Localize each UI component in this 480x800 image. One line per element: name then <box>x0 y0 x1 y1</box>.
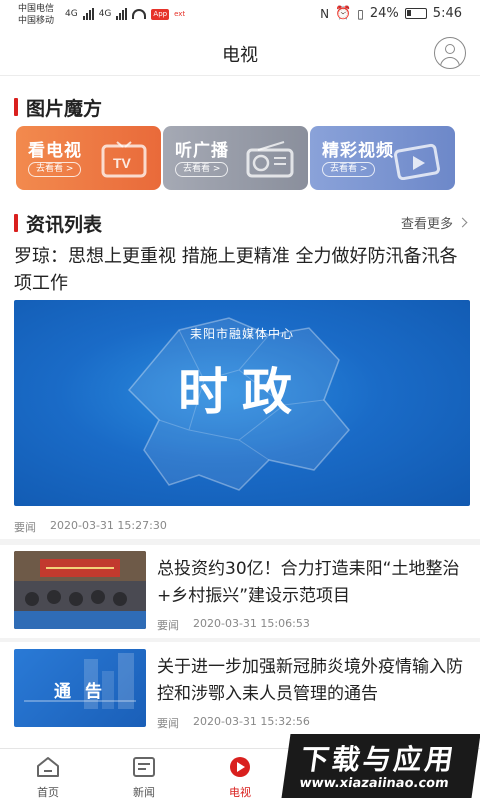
cube-card-go-button[interactable]: 去看看 > <box>28 162 82 177</box>
article-meta: 要闻 2020-03-31 15:32:56 <box>157 715 310 731</box>
tab-label: 首页 <box>37 786 59 799</box>
view-more-label: 查看更多 <box>400 217 453 232</box>
carrier-info: 中国电信 中国移动 <box>18 3 54 27</box>
signal-icon <box>82 8 94 20</box>
network-label-2: 4G <box>98 9 112 19</box>
article-title[interactable]: 关于进一步加强新冠肺炎境外疫情输入防控和涉鄂入耒人员管理的通告 <box>157 654 467 708</box>
chevron-right-icon <box>457 217 468 228</box>
cube-card-go-button[interactable]: 去看看 > <box>322 162 376 177</box>
newspaper-icon <box>133 757 155 777</box>
cube-card-label: 看电视 <box>28 141 82 161</box>
notification-tag: ext <box>174 10 186 18</box>
article-time: 2020-03-31 15:27:30 <box>50 519 167 532</box>
view-more-link[interactable]: 查看更多 <box>400 213 468 232</box>
article-tag: 要闻 <box>14 521 36 534</box>
battery-percent: 24% <box>369 6 399 21</box>
home-icon <box>37 757 59 777</box>
section-title: 资讯列表 <box>26 213 103 236</box>
thumbnail-caption: 通 告 <box>54 682 106 702</box>
vibrate-icon: ▯ <box>357 6 364 21</box>
battery-icon <box>404 8 427 19</box>
cube-card-label: 精彩视频 <box>322 141 394 161</box>
app-notification-icon: App <box>151 8 170 20</box>
meeting-photo <box>14 551 146 629</box>
carrier-1: 中国电信 <box>18 4 55 14</box>
article-time: 2020-03-31 15:06:53 <box>193 617 310 630</box>
tab-news[interactable]: 新闻 <box>104 755 184 799</box>
signal-icon <box>116 8 128 20</box>
watermark-title: 下载与应用 <box>298 743 459 776</box>
divider <box>0 638 480 642</box>
watermark: 下载与应用 www.xiazaiinao.com <box>281 734 480 798</box>
article-tag: 要闻 <box>157 619 179 632</box>
cube-card-video[interactable]: 精彩视频 去看看 > <box>310 126 455 190</box>
section-marker <box>14 214 18 232</box>
article-time: 2020-03-31 15:32:56 <box>193 715 310 728</box>
section-marker <box>14 98 18 116</box>
tab-label: 新闻 <box>133 786 155 799</box>
banner-headline: 时政 <box>178 362 306 421</box>
banner-org-name: 耒阳市融媒体中心 <box>189 327 294 341</box>
lead-article-title[interactable]: 罗琼：思想上更重视 措施上更精准 全力做好防汛备汛各项工作 <box>14 243 466 297</box>
divider <box>0 539 480 545</box>
tab-tv[interactable]: 电视 <box>200 755 280 799</box>
lead-article-meta: 要闻 2020-03-31 15:27:30 <box>14 519 167 535</box>
status-bar: 中国电信 中国移动 4G 4G App ext N ⏰ ▯ 24% 5:46 <box>0 0 480 30</box>
video-icon <box>394 143 440 180</box>
wifi-icon <box>132 9 147 19</box>
clock: 5:46 <box>432 6 462 21</box>
article-meta: 要闻 2020-03-31 15:06:53 <box>157 617 310 633</box>
tab-label: 电视 <box>229 786 251 799</box>
cube-card-label: 听广播 <box>175 141 229 161</box>
alarm-icon: ⏰ <box>335 6 352 21</box>
article-thumbnail[interactable]: 通 告 <box>14 649 146 727</box>
article-title[interactable]: 总投资约30亿！合力打造耒阳“土地整治+乡村振兴”建设示范项目 <box>157 556 467 610</box>
tab-home[interactable]: 首页 <box>8 755 88 799</box>
cube-card-tv[interactable]: 看电视 去看看 > TV <box>16 126 161 190</box>
news-list-header: 资讯列表 <box>14 210 102 236</box>
network-label-1: 4G <box>65 9 78 19</box>
user-circle-icon[interactable] <box>434 37 466 69</box>
tv-icon: TV <box>101 141 147 178</box>
article-tag: 要闻 <box>157 717 179 730</box>
nfc-icon: N <box>320 6 330 21</box>
page-title: 电视 <box>222 45 258 66</box>
section-title: 图片魔方 <box>26 97 103 120</box>
svg-text:TV: TV <box>113 155 132 171</box>
lead-article-banner[interactable]: 耒阳市融媒体中心 时政 <box>14 300 470 506</box>
picture-cube-header: 图片魔方 <box>14 94 102 120</box>
app-header: 电视 <box>0 30 480 76</box>
play-circle-icon <box>230 757 250 777</box>
radio-icon <box>246 141 294 178</box>
cube-card-radio[interactable]: 听广播 去看看 > <box>163 126 308 190</box>
cube-card-go-button[interactable]: 去看看 > <box>175 162 229 177</box>
watermark-url: www.xiazaiinao.com <box>298 776 450 791</box>
article-thumbnail[interactable] <box>14 551 146 629</box>
status-icons-left: 4G 4G App ext <box>65 8 185 20</box>
status-icons-right: N ⏰ ▯ 24% 5:46 <box>320 6 462 21</box>
carrier-2: 中国移动 <box>18 16 55 26</box>
